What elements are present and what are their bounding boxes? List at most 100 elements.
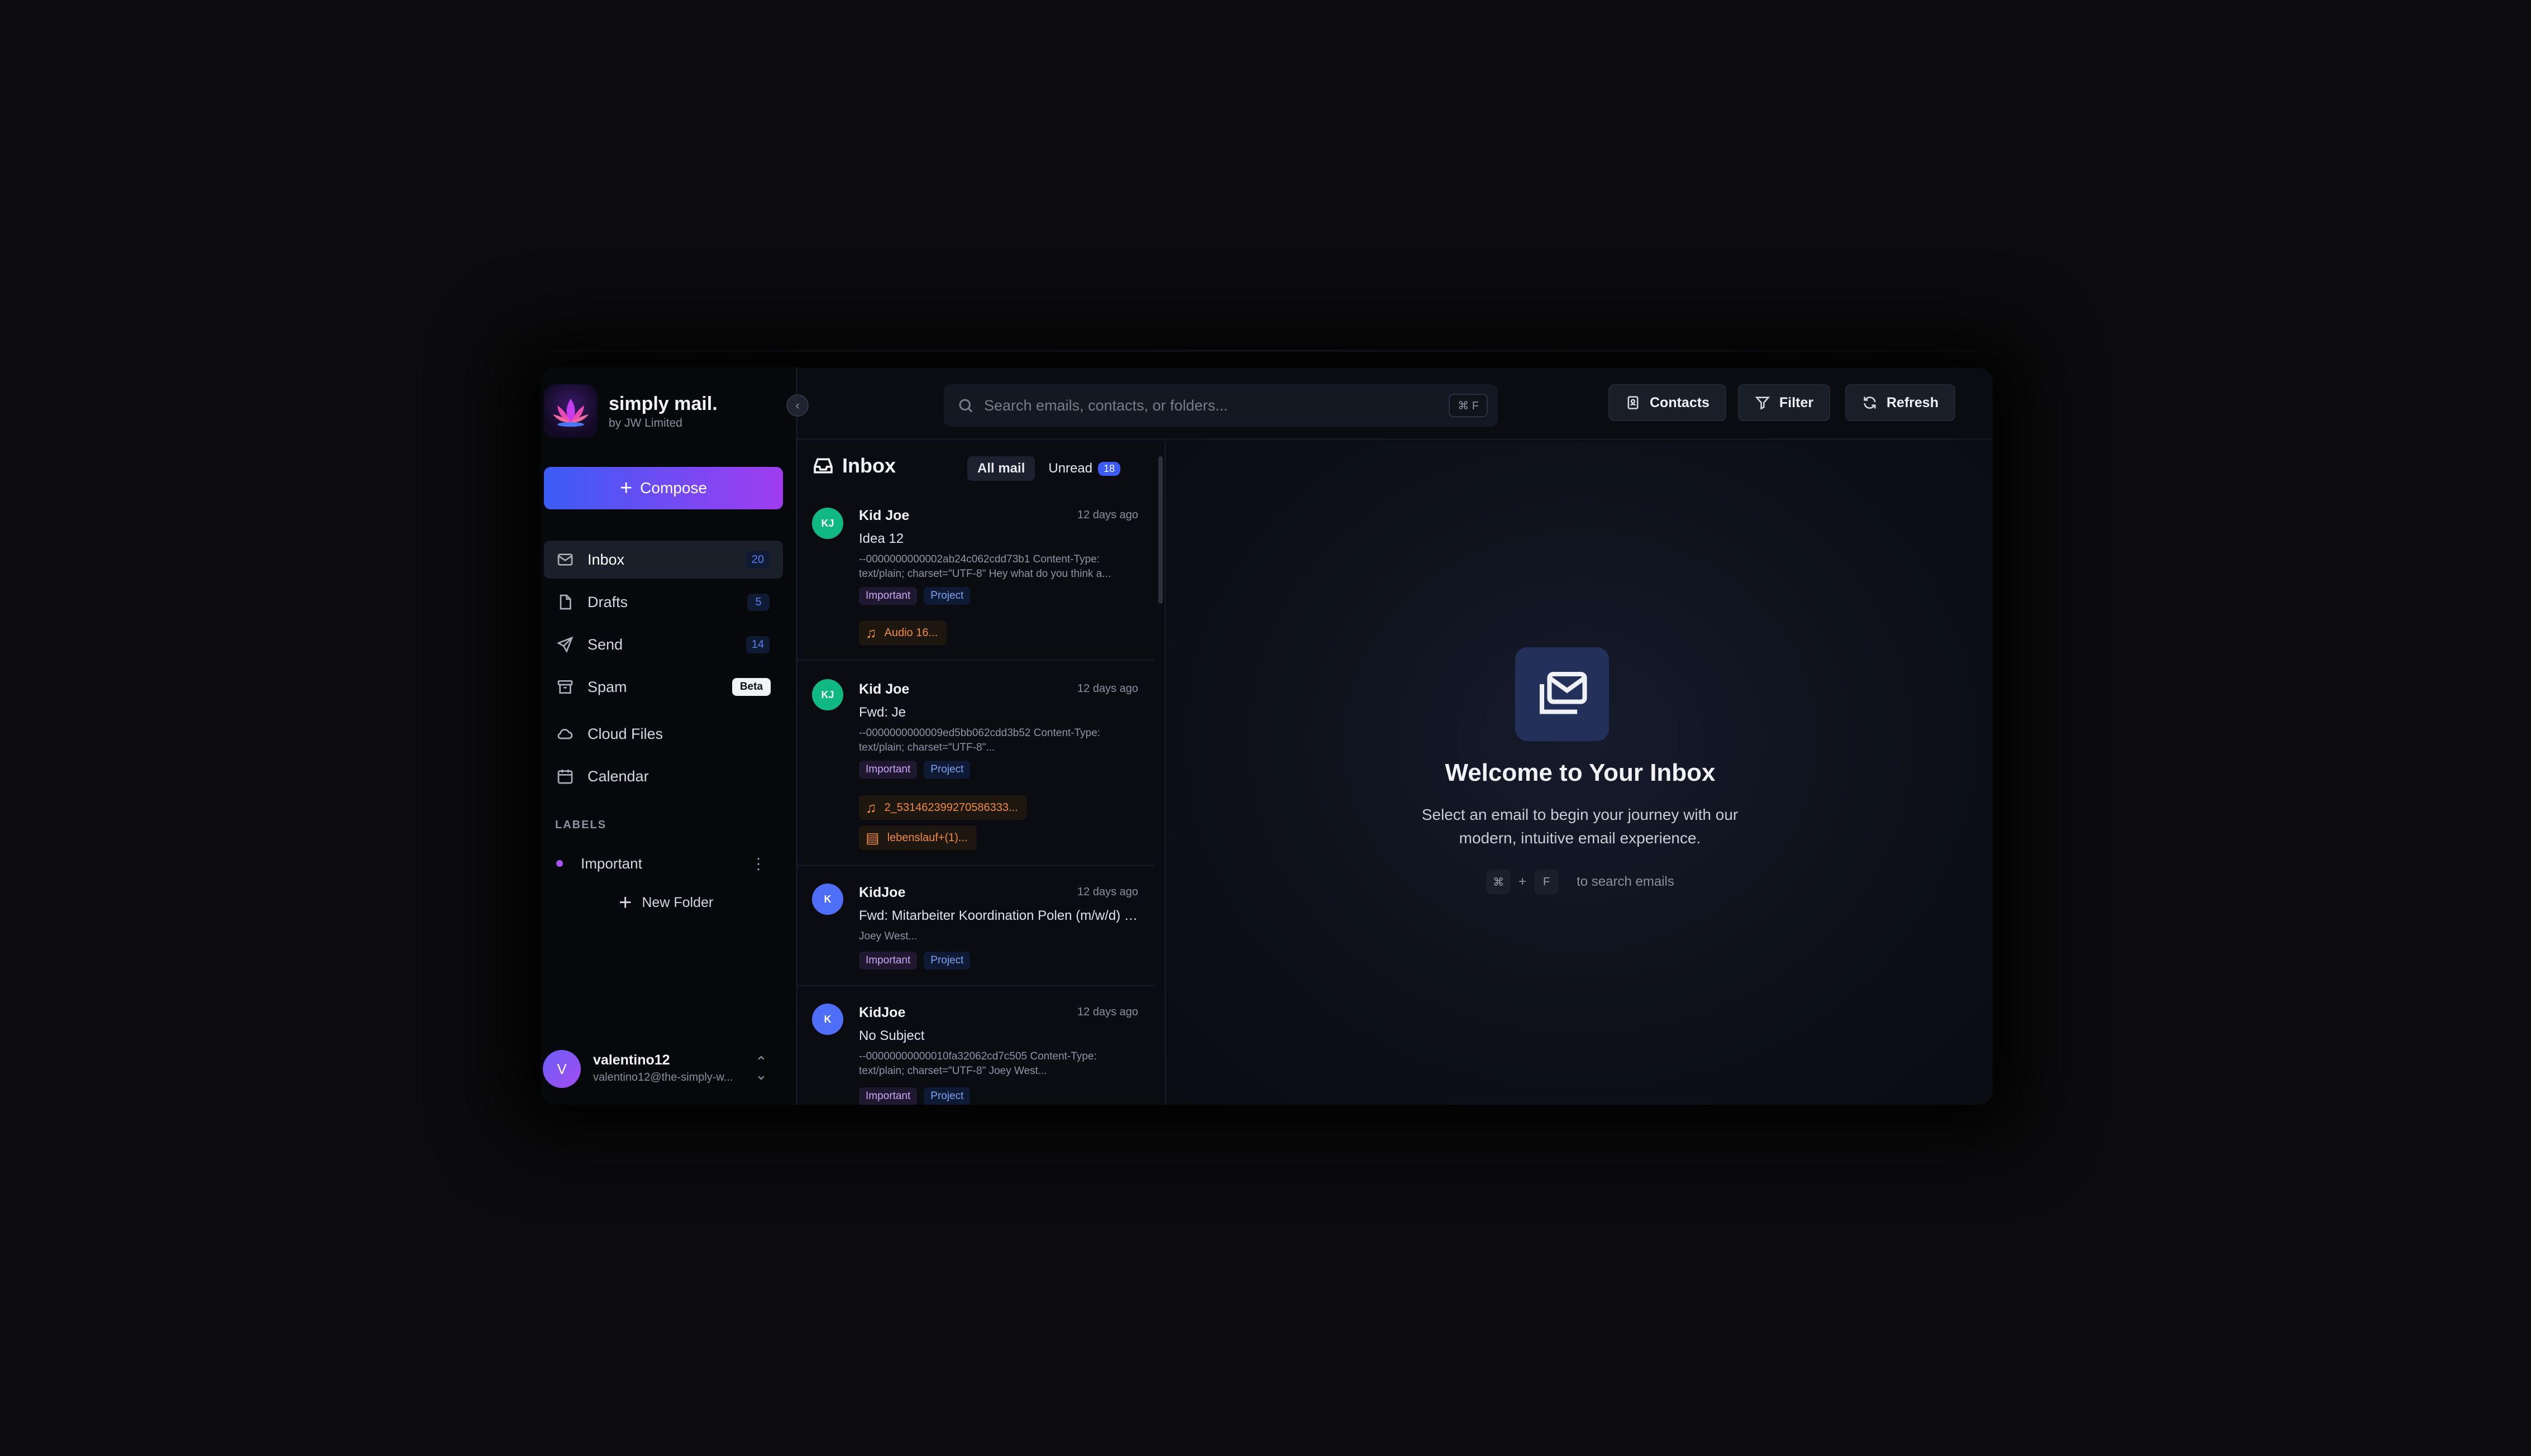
tag-project[interactable]: Project <box>924 1087 971 1105</box>
sidebar-item-calendar[interactable]: Calendar <box>544 757 783 795</box>
attachment-chip[interactable]: ♫ 2_531462399270586333... <box>859 795 1027 820</box>
scrollbar[interactable] <box>1158 456 1163 604</box>
attachment-chip[interactable]: ♫ Audio 16... <box>859 620 947 645</box>
tab-all-mail[interactable]: All mail <box>967 456 1035 481</box>
sidebar-item-label: Drafts <box>588 593 628 610</box>
file-icon: ▤ <box>866 829 880 846</box>
label-name: Important <box>581 854 642 872</box>
email-date: 12 days ago <box>1077 1006 1138 1018</box>
sidebar: simply mail. by JW Limited + Compose Inb… <box>541 367 797 1105</box>
email-preview: --00000000000010fa32062cd7c505 Content-T… <box>859 1051 1097 1077</box>
email-date: 12 days ago <box>1077 682 1138 695</box>
beta-badge: Beta <box>732 678 771 696</box>
attachment-name: 2_531462399270586333... <box>884 801 1018 814</box>
inbox-tray-icon <box>814 458 833 474</box>
email-date: 12 days ago <box>1077 886 1138 898</box>
user-account-switcher[interactable]: V valentino12 valentino12@the-simply-w..… <box>541 1044 786 1095</box>
compose-button[interactable]: + Compose <box>544 467 783 509</box>
filter-label: Filter <box>1779 394 1814 410</box>
mail-stack-icon <box>1515 647 1609 741</box>
plus-sign: + <box>1518 874 1527 889</box>
sidebar-item-cloud-files[interactable]: Cloud Files <box>544 715 783 753</box>
tag-project[interactable]: Project <box>924 761 971 779</box>
brand-subtitle: by JW Limited <box>609 417 682 429</box>
unread-count-badge: 18 <box>1098 461 1121 476</box>
email-sender: KidJoe <box>859 1005 906 1020</box>
f-key: F <box>1534 870 1559 894</box>
plus-icon: + <box>619 890 632 915</box>
tag-project[interactable]: Project <box>924 952 971 970</box>
lotus-logo-icon[interactable] <box>544 384 598 438</box>
email-list-item[interactable]: K KidJoe 12 days ago Fwd: Mitarbeiter Ko… <box>797 868 1155 986</box>
sidebar-item-label: Send <box>588 636 623 653</box>
count-badge: 5 <box>747 593 770 611</box>
tab-label: All mail <box>977 461 1025 476</box>
avatar: KJ <box>812 508 843 539</box>
email-subject: Idea 12 <box>859 531 904 546</box>
contacts-label: Contacts <box>1650 394 1709 410</box>
email-tags: Important Project <box>859 1087 971 1105</box>
email-list-pane: Inbox All mail Unread 18 KJ Kid Joe 12 d… <box>797 442 1166 1105</box>
cloud-icon <box>557 729 573 739</box>
email-preview: Joey West... <box>859 930 918 942</box>
window-top-edge <box>553 350 1975 352</box>
email-subject: Fwd: Mitarbeiter Koordination Polen (m/w… <box>859 908 1144 923</box>
top-toolbar: Search emails, contacts, or folders... ⌘… <box>797 367 1993 440</box>
sidebar-item-label: Cloud Files <box>588 725 663 742</box>
avatar: K <box>812 1004 843 1035</box>
sidebar-item-drafts[interactable]: Drafts 5 <box>544 583 783 621</box>
tag-important[interactable]: Important <box>859 587 918 605</box>
new-folder-button[interactable]: + New Folder <box>619 890 713 915</box>
mail-icon <box>557 553 573 566</box>
archive-icon <box>557 680 573 694</box>
label-item-important[interactable]: Important ⋮ <box>544 848 783 879</box>
search-shortcut-hint: ⌘ F <box>1449 394 1488 417</box>
more-vertical-icon[interactable]: ⋮ <box>751 854 766 873</box>
chevron-left-icon: ‹ <box>795 398 800 412</box>
sidebar-item-spam[interactable]: Spam Beta <box>544 668 783 706</box>
filter-button[interactable]: Filter <box>1738 384 1831 421</box>
attachment-name: lebenslauf+(1)... <box>887 831 968 844</box>
unread-count-badge: 20 <box>746 551 770 569</box>
search-shortcut-hint: ⌘ + F to search emails <box>1168 870 1993 894</box>
avatar: V <box>543 1050 581 1088</box>
tag-project[interactable]: Project <box>924 587 971 605</box>
labels-heading: LABELS <box>555 819 607 831</box>
email-list-item[interactable]: K KidJoe 12 days ago No Subject --000000… <box>797 988 1155 1105</box>
email-list-item[interactable]: KJ Kid Joe 12 days ago Fwd: Je --0000000… <box>797 662 1155 866</box>
tag-important[interactable]: Important <box>859 761 918 779</box>
music-icon: ♫ <box>866 624 877 641</box>
filter-icon <box>1755 397 1770 410</box>
tab-unread[interactable]: Unread 18 <box>1038 456 1130 481</box>
refresh-label: Refresh <box>1887 394 1939 410</box>
refresh-button[interactable]: Refresh <box>1845 384 1956 421</box>
tag-important[interactable]: Important <box>859 952 918 970</box>
sidebar-item-inbox[interactable]: Inbox 20 <box>544 541 783 579</box>
avatar: K <box>812 884 843 915</box>
list-title: Inbox <box>842 454 896 477</box>
collapse-sidebar-button[interactable]: ‹ <box>786 394 809 417</box>
brand-name: simply mail. <box>609 393 718 414</box>
email-subject: No Subject <box>859 1028 925 1043</box>
email-list-item[interactable]: KJ Kid Joe 12 days ago Idea 12 --0000000… <box>797 498 1155 661</box>
file-icon <box>560 594 571 610</box>
user-email: valentino12@the-simply-w... <box>593 1071 733 1083</box>
hint-text: to search emails <box>1577 874 1674 889</box>
reading-pane: Welcome to Your Inbox Select an email to… <box>1168 442 1993 1105</box>
email-subject: Fwd: Je <box>859 705 906 720</box>
search-icon <box>959 399 973 413</box>
attachment-name: Audio 16... <box>884 626 938 639</box>
label-color-dot <box>556 860 563 867</box>
email-tags: Important Project <box>859 761 971 779</box>
contacts-button[interactable]: Contacts <box>1608 384 1726 421</box>
email-sender: KidJoe <box>859 885 906 900</box>
email-preview: --0000000000002ab24c062cdd73b1 Content-T… <box>859 553 1111 580</box>
refresh-icon <box>1864 397 1876 409</box>
attachment-chip[interactable]: ▤ lebenslauf+(1)... <box>859 825 977 850</box>
search-placeholder: Search emails, contacts, or folders... <box>984 397 1228 414</box>
search-input[interactable]: Search emails, contacts, or folders... ⌘… <box>944 384 1498 427</box>
tag-important[interactable]: Important <box>859 1087 918 1105</box>
sidebar-item-send[interactable]: Send 14 <box>544 626 783 663</box>
music-icon: ♫ <box>866 799 877 816</box>
mail-filter-tabs: All mail Unread 18 <box>967 455 1130 482</box>
